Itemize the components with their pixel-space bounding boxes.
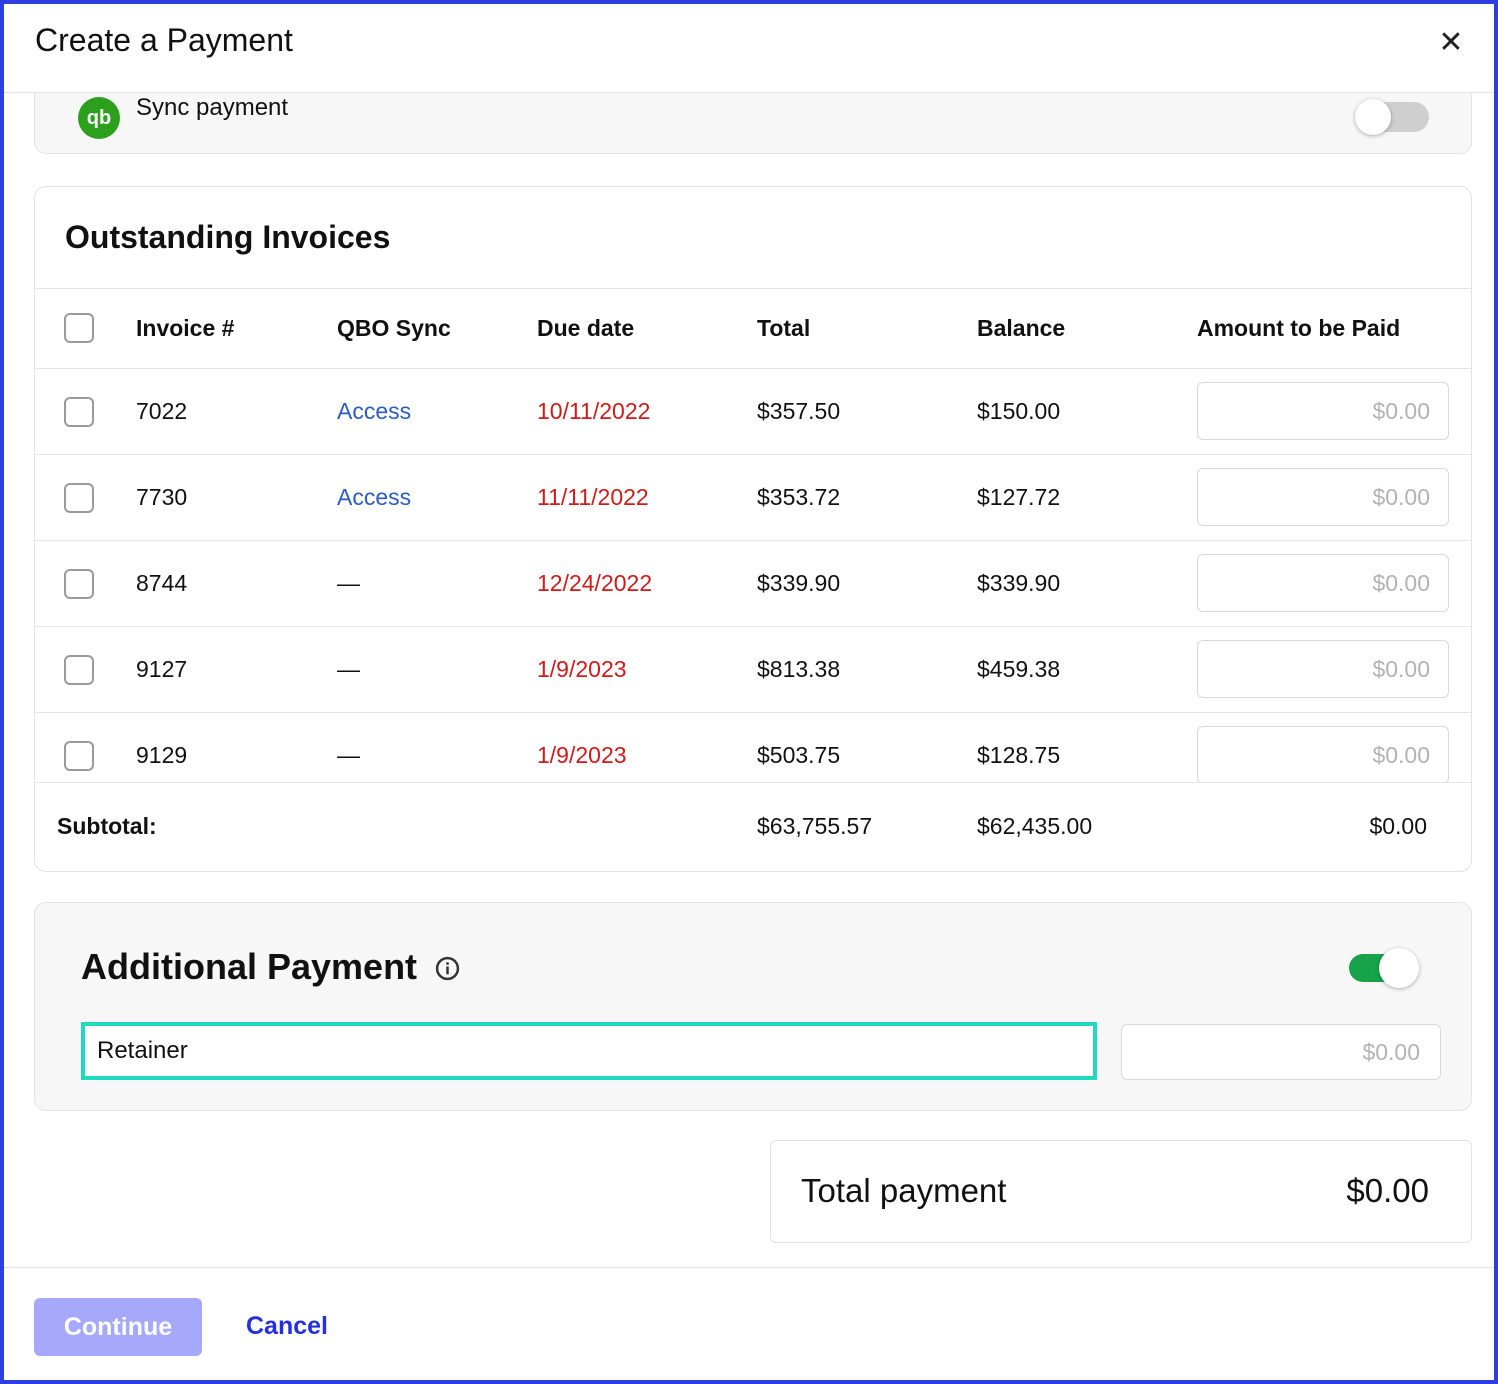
invoice-total: $339.90 [757, 570, 841, 596]
invoice-number: 7022 [136, 398, 188, 424]
cancel-button[interactable]: Cancel [246, 1312, 328, 1341]
select-all-checkbox[interactable] [64, 313, 94, 343]
additional-payment-toggle[interactable] [1349, 948, 1419, 988]
modal-body[interactable]: qb Sync payment Outstanding Invoices Inv… [4, 93, 1494, 1267]
additional-payment-card: Additional Payment [34, 902, 1472, 1111]
continue-button[interactable]: Continue [34, 1298, 202, 1356]
invoice-rows[interactable]: 7022 Access 10/11/2022 $357.50 $150.00 7… [35, 369, 1471, 782]
row-checkbox[interactable] [64, 569, 94, 599]
amount-to-be-paid-input[interactable] [1197, 382, 1449, 440]
due-date: 1/9/2023 [537, 656, 627, 682]
additional-payment-title: Additional Payment [81, 946, 418, 987]
invoice-balance: $459.38 [977, 656, 1061, 682]
additional-payment-description-input[interactable] [81, 1022, 1097, 1080]
subtotal-total: $63,755.57 [757, 813, 873, 839]
qbo-sync-link[interactable]: Access [337, 398, 411, 425]
column-header-invoice: Invoice # [136, 315, 235, 341]
column-header-amount-to-be-paid: Amount to be Paid [1197, 315, 1401, 341]
sync-payment-toggle[interactable] [1355, 99, 1429, 135]
amount-to-be-paid-input[interactable] [1197, 554, 1449, 612]
due-date: 10/11/2022 [537, 398, 651, 424]
additional-payment-amount-input[interactable] [1121, 1024, 1441, 1080]
close-icon[interactable]: ✕ [1436, 26, 1466, 60]
row-checkbox[interactable] [64, 397, 94, 427]
outstanding-invoices-card: Outstanding Invoices Invoice # QBO Sync … [34, 186, 1472, 872]
invoice-total: $353.72 [757, 484, 841, 510]
column-header-qbo-sync: QBO Sync [337, 315, 451, 341]
due-date: 11/11/2022 [537, 484, 649, 510]
column-header-balance: Balance [977, 315, 1066, 341]
invoice-number: 8744 [136, 570, 188, 596]
sync-payment-card: qb Sync payment [34, 93, 1472, 154]
due-date: 1/9/2023 [537, 742, 627, 768]
row-checkbox[interactable] [64, 655, 94, 685]
invoice-number: 9127 [136, 656, 188, 682]
due-date: 12/24/2022 [537, 570, 653, 596]
column-header-total: Total [757, 315, 811, 341]
invoice-balance: $128.75 [977, 742, 1061, 768]
amount-to-be-paid-input[interactable] [1197, 726, 1449, 782]
sync-payment-label: Sync payment [136, 94, 289, 121]
subtotal-label: Subtotal: [57, 813, 157, 839]
invoice-total: $813.38 [757, 656, 841, 682]
qbo-sync-empty: — [337, 570, 360, 596]
total-payment-card: Total payment $0.00 [770, 1140, 1472, 1243]
toggle-knob [1379, 948, 1419, 988]
quickbooks-logo-icon: qb [78, 97, 120, 139]
invoice-balance: $127.72 [977, 484, 1061, 510]
row-checkbox[interactable] [64, 483, 94, 513]
qbo-sync-empty: — [337, 656, 360, 682]
subtotal-balance: $62,435.00 [977, 813, 1093, 839]
table-header: Invoice # QBO Sync Due date Total Balanc… [35, 288, 1471, 369]
modal-title: Create a Payment [35, 22, 293, 58]
invoice-balance: $150.00 [977, 398, 1061, 424]
invoice-total: $357.50 [757, 398, 841, 424]
invoice-total: $503.75 [757, 742, 841, 768]
subtotal-row: Subtotal: $63,755.57 $62,435.00 $0.00 [35, 782, 1471, 871]
total-payment-label: Total payment [801, 1172, 1007, 1209]
modal-header: Create a Payment ✕ [4, 4, 1494, 93]
invoice-balance: $339.90 [977, 570, 1061, 596]
qbo-sync-empty: — [337, 742, 360, 768]
amount-to-be-paid-input[interactable] [1197, 468, 1449, 526]
invoice-number: 9129 [136, 742, 188, 768]
outstanding-invoices-title: Outstanding Invoices [65, 219, 391, 255]
amount-to-be-paid-input[interactable] [1197, 640, 1449, 698]
qbo-sync-link[interactable]: Access [337, 484, 411, 511]
invoice-number: 7730 [136, 484, 188, 510]
table-row: 9129 — 1/9/2023 $503.75 $128.75 [35, 713, 1471, 782]
info-icon[interactable] [435, 956, 460, 981]
toggle-knob [1355, 99, 1391, 135]
modal-frame: Create a Payment ✕ qb Sync payment Outst… [0, 0, 1498, 1384]
table-row: 7730 Access 11/11/2022 $353.72 $127.72 [35, 455, 1471, 541]
table-row: 9127 — 1/9/2023 $813.38 $459.38 [35, 627, 1471, 713]
subtotal-amount: $0.00 [1369, 813, 1427, 839]
table-row: 7022 Access 10/11/2022 $357.50 $150.00 [35, 369, 1471, 455]
column-header-due-date: Due date [537, 315, 635, 341]
modal-footer: Continue Cancel [4, 1267, 1494, 1380]
row-checkbox[interactable] [64, 741, 94, 771]
total-payment-value: $0.00 [1346, 1172, 1429, 1209]
table-row: 8744 — 12/24/2022 $339.90 $339.90 [35, 541, 1471, 627]
